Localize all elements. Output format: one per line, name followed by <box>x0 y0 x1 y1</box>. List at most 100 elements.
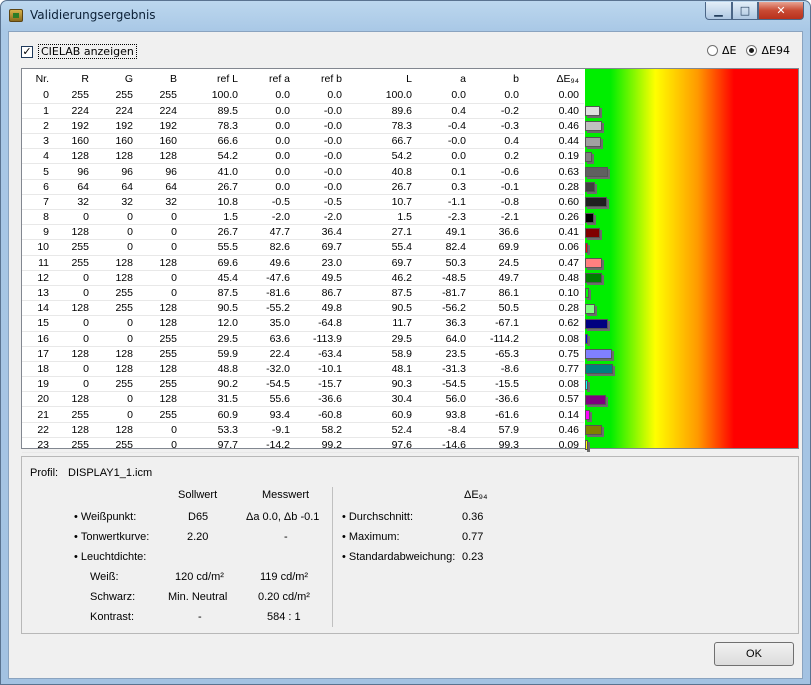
close-button[interactable]: ✕ <box>758 2 804 20</box>
table-row[interactable]: 4 128 128 128 54.2 0.0 -0.0 54.2 0.0 0.2 0.19 <box>22 148 584 165</box>
table-cell: -0.5 <box>243 194 295 211</box>
table-cell: -10.1 <box>295 361 347 378</box>
table-row[interactable]: 6 64 64 64 26.7 0.0 -0.0 26.7 0.3 -0.1 0.28 <box>22 179 584 195</box>
table-row[interactable]: 7 32 32 32 10.8 -0.5 -0.5 10.7 -1.1 -0.8 0.60 <box>22 194 584 211</box>
table-cell: -1.1 <box>417 194 471 211</box>
white-label: Weiß: <box>90 571 119 583</box>
table-row[interactable]: 15 0 0 128 12.0 35.0 -64.8 11.7 36.3 -67.1 0.62 <box>22 315 584 332</box>
table-cell: 48.1 <box>347 361 417 378</box>
table-cell: 55.4 <box>347 239 417 256</box>
whitepoint-mess: Δa 0.0, Δb -0.1 <box>246 511 320 523</box>
table-row[interactable]: 22 128 128 0 53.3 -9.1 58.2 52.4 -8.4 57.9 0.46 <box>22 422 584 438</box>
delta-e-swatch <box>585 288 589 299</box>
table-cell: 7 <box>22 194 54 211</box>
table-cell: 224 <box>138 103 182 119</box>
title-bar[interactable]: Validierungsergebnis ▁ □ ✕ <box>1 1 810 31</box>
table-cell: 0.06 <box>524 239 584 256</box>
table-row[interactable]: 12 0 128 0 45.4 -47.6 49.5 46.2 -48.5 49.7 0.48 <box>22 270 584 286</box>
table-cell: -2.1 <box>471 209 524 226</box>
table-row[interactable]: 13 0 255 0 87.5 -81.6 86.7 87.5 -81.7 86.1 0.10 <box>22 285 584 302</box>
table-cell: 0.40 <box>524 103 584 119</box>
table-cell: 0.10 <box>524 285 584 302</box>
results-list[interactable]: Nr. R G Bref Lref a ref b La b ΔE₉₄ 0 255 255 255 1… <box>21 68 799 454</box>
table-cell: -8.4 <box>417 422 471 438</box>
table-row[interactable]: 5 96 96 96 41.0 0.0 -0.0 40.8 0.1 -0.6 0.63 <box>22 163 584 180</box>
table-cell: -0.0 <box>295 148 347 165</box>
table-cell: 224 <box>94 103 138 119</box>
col-sollwert: Sollwert <box>178 489 218 501</box>
column-header: b <box>513 72 519 85</box>
table-cell: 255 <box>138 346 182 362</box>
table-cell: 0 <box>138 422 182 438</box>
table-cell: 96 <box>94 163 138 180</box>
table-row[interactable]: 1 224 224 224 89.5 0.0 -0.0 89.6 0.4 -0.2 0.40 <box>22 103 584 119</box>
contrast-mess: 584 : 1 <box>267 611 301 623</box>
table-cell: 0.4 <box>417 103 471 119</box>
table-cell: 0 <box>94 315 138 332</box>
table-cell: 54.2 <box>182 148 243 165</box>
radio-delta-e[interactable] <box>707 45 718 56</box>
maximize-button[interactable]: □ <box>732 2 758 20</box>
close-icon: ✕ <box>776 4 786 17</box>
table-cell: 0 <box>54 361 94 378</box>
table-row[interactable]: 18 0 128 128 48.8 -32.0 -10.1 48.1 -31.3 -8.6 0.77 <box>22 361 584 378</box>
table-row[interactable]: 0 255 255 255 100.0 0.0 0.0 100.0 0.0 0.0 0.00 <box>22 88 584 104</box>
table-row[interactable]: 20 128 0 128 31.5 55.6 -36.6 30.4 56.0 -36.6 0.57 <box>22 391 584 408</box>
table-row[interactable]: 19 0 255 255 90.2 -54.5 -15.7 90.3 -54.5 -15.5 0.0… <box>22 376 584 393</box>
table-cell: -0.6 <box>471 163 524 180</box>
show-cielab-checkbox[interactable]: ✓ <box>21 44 33 58</box>
table-cell: 0.46 <box>524 422 584 438</box>
table-cell: -54.5 <box>243 376 295 393</box>
ok-button[interactable]: OK <box>714 642 794 666</box>
table-cell: 86.1 <box>471 285 524 302</box>
table-cell: 0 <box>54 315 94 332</box>
std-dev-value: 0.23 <box>462 551 484 563</box>
show-cielab-label[interactable]: CIELAB anzeigen <box>38 44 137 59</box>
profile-name: DISPLAY1_1.icm <box>68 467 153 479</box>
delta-e-mode: ΔE ΔE94 <box>707 44 796 57</box>
table-cell: -0.4 <box>417 118 471 135</box>
radio-delta-e94-label[interactable]: ΔE94 <box>761 44 789 57</box>
table-cell: -14.6 <box>417 437 471 454</box>
table-cell: -0.0 <box>295 118 347 135</box>
whitepoint-soll: D65 <box>188 511 209 523</box>
tone-curve-mess: - <box>284 531 288 543</box>
table-row[interactable]: 16 0 0 255 29.5 63.6 -113.9 29.5 64.0 -114.2 0.08 <box>22 331 584 347</box>
table-row[interactable]: 11 255 128 128 69.6 49.6 23.0 69.7 50.3 24.5 0.47 <box>22 255 584 271</box>
table-cell: 0.2 <box>471 148 524 165</box>
table-row[interactable]: 8 0 0 0 1.5 -2.0 -2.0 1.5 -2.3 -2.1 0.26 <box>22 209 584 226</box>
table-row[interactable]: 23 255 255 0 97.7 -14.2 99.2 97.6 -14.6 99.3 0.09 <box>22 437 584 454</box>
table-row[interactable]: 21 255 0 255 60.9 93.4 -60.8 60.9 93.8 -61.6 0.14 <box>22 406 584 423</box>
checkmark-icon: ✓ <box>22 44 32 58</box>
table-row[interactable]: 10 255 0 0 55.5 82.6 69.7 55.4 82.4 69.9 0.06 <box>22 239 584 256</box>
table-cell: -0.0 <box>295 133 347 150</box>
table-cell: 30.4 <box>347 391 417 408</box>
delta-e-swatch <box>585 273 602 284</box>
table-cell: 36.6 <box>471 224 524 241</box>
table-cell: 26.7 <box>182 224 243 241</box>
table-cell: -48.5 <box>417 270 471 286</box>
table-cell: 128 <box>54 422 94 438</box>
table-cell: 87.5 <box>182 285 243 302</box>
minimize-button[interactable]: ▁ <box>705 2 732 20</box>
black-mess: 0.20 cd/m² <box>258 591 310 603</box>
table-cell: 96 <box>54 163 94 180</box>
table-cell: 0 <box>54 270 94 286</box>
table-row[interactable]: 14 128 255 128 90.5 -55.2 49.8 90.5 -56.2 50.5 0.2… <box>22 300 584 317</box>
table-cell: 26.7 <box>182 179 243 195</box>
column-header: ref L <box>216 72 238 85</box>
show-cielab-option[interactable]: ✓ CIELAB anzeigen <box>21 44 137 59</box>
table-row[interactable]: 17 128 128 255 59.9 22.4 -63.4 58.9 23.5 -65.3 0.7… <box>22 346 584 362</box>
table-cell: 100.0 <box>182 88 243 104</box>
table-cell: 0 <box>138 209 182 226</box>
table-cell: 90.5 <box>347 300 417 317</box>
table-cell: -61.6 <box>471 406 524 423</box>
radio-delta-e94[interactable] <box>746 45 758 56</box>
delta-e-swatch <box>585 303 595 314</box>
table-row[interactable]: 2 192 192 192 78.3 0.0 -0.0 78.3 -0.4 -0.3 0.46 <box>22 118 584 135</box>
radio-delta-e-label[interactable]: ΔE <box>722 44 736 57</box>
table-row[interactable]: 3 160 160 160 66.6 0.0 -0.0 66.7 -0.0 0.4 0.44 <box>22 133 584 150</box>
table-row[interactable]: 9 128 0 0 26.7 47.7 36.4 27.1 49.1 36.6 0.41 <box>22 224 584 241</box>
table-cell: 50.3 <box>417 255 471 271</box>
delta-e-swatch <box>585 258 602 269</box>
